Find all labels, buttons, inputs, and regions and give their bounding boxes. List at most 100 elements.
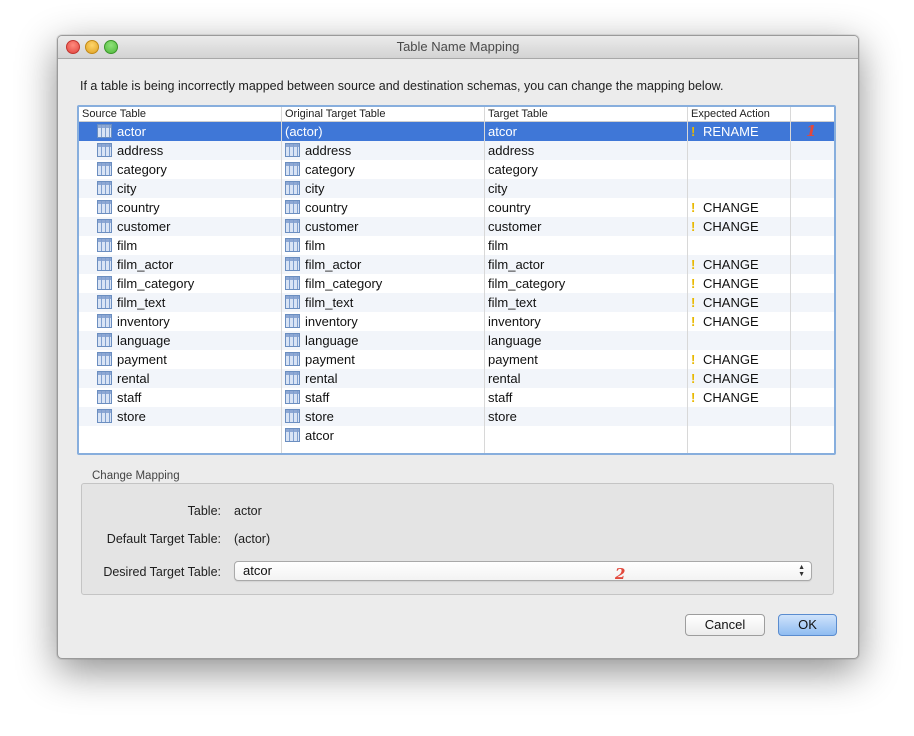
target-table-cell[interactable]: atcor [488, 122, 517, 141]
titlebar: Table Name Mapping [58, 36, 858, 59]
table-row[interactable]: film_actor film_actor film_actor! CHANGE [79, 255, 834, 274]
table-icon [285, 257, 300, 271]
table-icon [97, 352, 112, 366]
change-mapping-group-title: Change Mapping [92, 470, 180, 482]
table-row[interactable]: actor (actor) atcor! RENAME [79, 122, 834, 141]
original-target-table-cell: category [305, 162, 355, 177]
table-icon [97, 124, 112, 138]
table-row[interactable]: customer customer customer! CHANGE [79, 217, 834, 236]
expected-action-cell: CHANGE [703, 219, 759, 234]
source-table-cell: category [117, 162, 167, 177]
table-row[interactable]: film film film [79, 236, 834, 255]
target-table-cell[interactable]: payment [488, 350, 538, 369]
column-header-source-table[interactable]: Source Table [79, 107, 281, 121]
table-row[interactable]: payment payment payment! CHANGE [79, 350, 834, 369]
column-divider [687, 107, 688, 453]
column-header-target-table[interactable]: Target Table [485, 107, 687, 121]
warning-icon: ! [691, 390, 696, 405]
dialog-description: If a table is being incorrectly mapped b… [80, 79, 724, 93]
column-divider [484, 107, 485, 453]
expected-action-cell: CHANGE [703, 352, 759, 367]
window-title: Table Name Mapping [396, 39, 520, 54]
ok-button[interactable]: OK [778, 614, 837, 636]
table-row[interactable]: country country country! CHANGE [79, 198, 834, 217]
column-header-expected-action[interactable]: Expected Action [688, 107, 790, 121]
table-row[interactable]: film_category film_category film_category!… [79, 274, 834, 293]
desired-target-table-combobox[interactable]: atcor ▲ ▼ [234, 561, 812, 581]
target-table-cell[interactable]: film_actor [488, 255, 544, 274]
original-target-table-cell: film_category [305, 276, 383, 291]
original-target-table-cell: film_actor [305, 257, 362, 272]
table-row[interactable]: film_text film_text film_text! CHANGE [79, 293, 834, 312]
target-table-cell[interactable]: customer [488, 217, 541, 236]
table-icon [285, 314, 300, 328]
source-table-cell: country [117, 200, 160, 215]
original-target-table-cell: customer [305, 219, 359, 234]
column-header-original-target-table[interactable]: Original Target Table [282, 107, 484, 121]
original-target-table-cell: rental [305, 371, 338, 386]
original-target-table-cell: inventory [305, 314, 358, 329]
table-row[interactable]: city city city [79, 179, 834, 198]
source-table-cell: film_text [117, 295, 166, 310]
annotation-marker-2: 2 [615, 565, 626, 583]
warning-icon: ! [691, 352, 696, 367]
target-table-cell[interactable]: address [488, 141, 534, 160]
table-row[interactable]: address address address [79, 141, 834, 160]
table-icon [285, 238, 300, 252]
table-icon [97, 409, 112, 423]
column-divider [281, 107, 282, 453]
expected-action-cell: CHANGE [703, 295, 759, 310]
target-table-cell[interactable]: store [488, 407, 517, 426]
table-row[interactable]: store store store [79, 407, 834, 426]
target-table-cell[interactable]: staff [488, 388, 512, 407]
table-row[interactable]: category category category [79, 160, 834, 179]
warning-icon: ! [691, 257, 696, 272]
warning-icon: ! [691, 124, 696, 139]
target-table-cell[interactable]: category [488, 160, 538, 179]
table-name-mapping-dialog: Table Name Mapping If a table is being i… [57, 35, 859, 659]
target-table-cell[interactable]: inventory [488, 312, 541, 331]
table-row[interactable]: inventory inventory inventory! CHANGE [79, 312, 834, 331]
table-row[interactable]: staff staff staff! CHANGE [79, 388, 834, 407]
table-icon [285, 352, 300, 366]
target-table-cell[interactable]: rental [488, 369, 521, 388]
source-table-cell: customer [117, 219, 171, 234]
table-icon [97, 390, 112, 404]
desired-target-table-value[interactable]: atcor [243, 562, 272, 580]
table-icon [285, 181, 300, 195]
table-icon [285, 295, 300, 309]
source-table-cell: actor [117, 124, 146, 139]
mapping-table[interactable]: Source Table Original Target Table Targe… [77, 105, 836, 455]
source-table-cell: language [117, 333, 171, 348]
original-target-table-cell: country [305, 200, 348, 215]
target-table-cell[interactable]: film [488, 236, 508, 255]
table-row[interactable]: rental rental rental! CHANGE [79, 369, 834, 388]
source-table-cell: payment [117, 352, 167, 367]
cancel-button[interactable]: Cancel [685, 614, 765, 636]
source-table-cell: inventory [117, 314, 170, 329]
table-icon [97, 371, 112, 385]
table-icon [285, 409, 300, 423]
table-row[interactable]: atcor [79, 426, 834, 445]
target-table-cell[interactable]: city [488, 179, 508, 198]
target-table-cell[interactable]: film_category [488, 274, 565, 293]
source-table-cell: city [117, 181, 137, 196]
original-target-table-cell: (actor) [285, 124, 323, 139]
table-icon [285, 200, 300, 214]
table-icon [97, 333, 112, 347]
original-target-table-cell: staff [305, 390, 330, 405]
source-table-cell: film_actor [117, 257, 174, 272]
target-table-cell[interactable]: language [488, 331, 542, 350]
original-target-table-cell: film_text [305, 295, 354, 310]
original-target-table-cell: store [305, 409, 334, 424]
expected-action-cell: CHANGE [703, 257, 759, 272]
target-table-cell[interactable]: film_text [488, 293, 536, 312]
expected-action-cell: CHANGE [703, 276, 759, 291]
source-table-cell: store [117, 409, 146, 424]
table-icon [285, 162, 300, 176]
target-table-cell[interactable]: country [488, 198, 531, 217]
table-icon [97, 238, 112, 252]
up-down-arrows-icon[interactable]: ▲ ▼ [798, 564, 805, 578]
source-table-cell: rental [117, 371, 150, 386]
table-row[interactable]: language language language [79, 331, 834, 350]
